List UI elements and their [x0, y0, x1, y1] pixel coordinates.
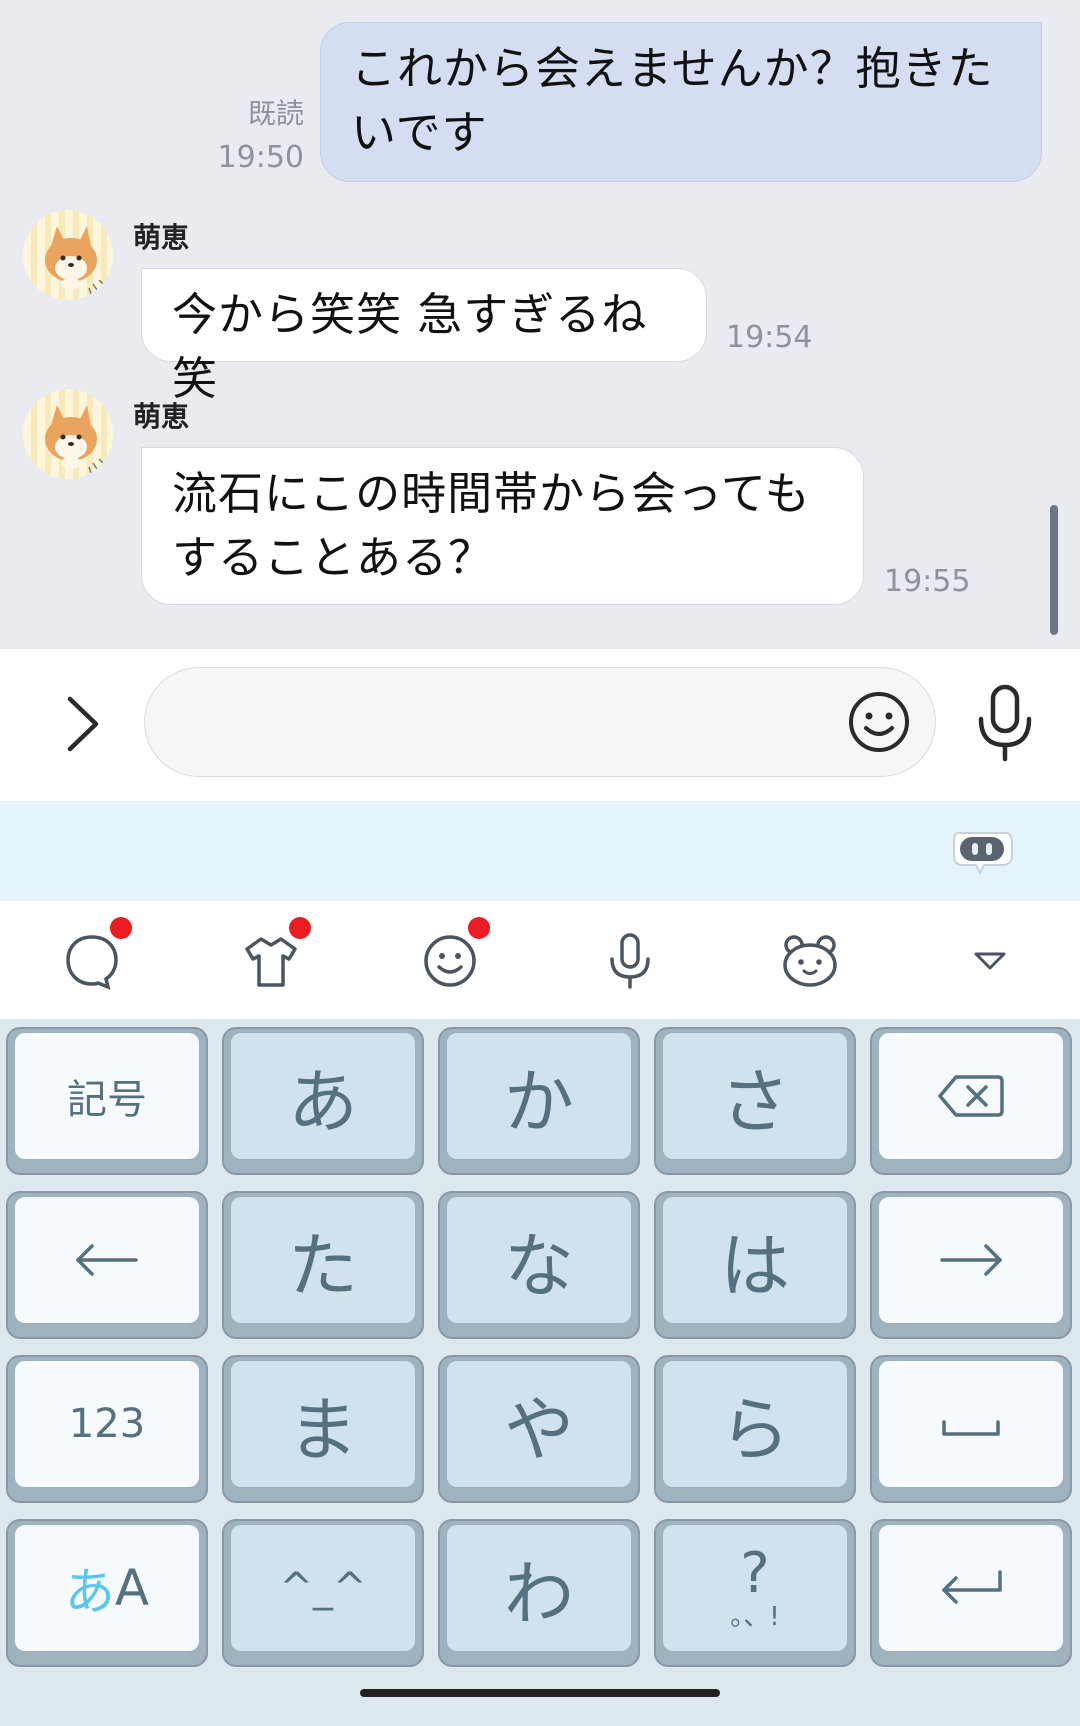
key-label: あ	[231, 1033, 415, 1159]
arrow-right-icon	[940, 1244, 1002, 1276]
flick-keyboard: 記号 あ か さ た な は 123 ま や ら あ A ^_^ わ ? 。、!	[0, 1019, 1080, 1675]
key-label: 記号	[15, 1033, 199, 1159]
message-time: 19:50	[217, 140, 304, 175]
key-label	[879, 1033, 1063, 1159]
expand-menu-button[interactable]	[50, 689, 120, 759]
key-kaomoji[interactable]: ^_^	[222, 1519, 424, 1667]
key-ya[interactable]: や	[438, 1355, 640, 1503]
backspace-icon	[938, 1075, 1004, 1117]
key-wa[interactable]: わ	[438, 1519, 640, 1667]
toolbar-voice-button[interactable]	[590, 921, 670, 1001]
shirt-icon	[245, 937, 297, 987]
key-label: は	[663, 1197, 847, 1323]
message-time: 19:54	[726, 320, 813, 355]
key-cursor-left[interactable]	[6, 1191, 208, 1339]
key-label: あA	[15, 1525, 199, 1651]
key-label: 123	[15, 1361, 199, 1487]
key-na[interactable]: な	[438, 1191, 640, 1339]
toolbar-character-button[interactable]	[770, 921, 850, 1001]
outgoing-message-bubble[interactable]: これから会えませんか？抱きた いです	[320, 22, 1042, 182]
suggestion-strip	[0, 801, 1080, 901]
chat-scrollbar[interactable]	[1050, 505, 1058, 635]
bear-face-icon	[783, 935, 837, 987]
mode-kana-label: あ	[64, 1563, 115, 1621]
shiba-dog-icon	[45, 405, 105, 474]
notification-badge	[289, 917, 311, 939]
key-ta[interactable]: た	[222, 1191, 424, 1339]
key-enter[interactable]	[870, 1519, 1072, 1667]
key-backspace[interactable]	[870, 1027, 1072, 1175]
key-ha[interactable]: は	[654, 1191, 856, 1339]
key-label: ? 。、!	[663, 1525, 847, 1651]
key-label: ら	[663, 1361, 847, 1487]
key-label	[879, 1197, 1063, 1323]
key-cursor-right[interactable]	[870, 1191, 1072, 1339]
chat-bubble-icon	[66, 935, 118, 990]
key-label: や	[447, 1361, 631, 1487]
key-input-mode[interactable]: あA	[6, 1519, 208, 1667]
microphone-icon	[978, 684, 1032, 762]
key-label: た	[231, 1197, 415, 1323]
toolbar-emoji-button[interactable]	[410, 917, 490, 1001]
sender-name: 萌恵	[133, 221, 190, 254]
key-label: な	[447, 1197, 631, 1323]
home-indicator[interactable]	[360, 1689, 720, 1697]
ai-assistant-button[interactable]	[950, 825, 1014, 877]
enter-icon	[942, 1570, 1002, 1604]
keyboard-toolbar	[0, 901, 1080, 1019]
message-time: 19:55	[884, 564, 971, 599]
mode-latin-label: A	[114, 1559, 150, 1617]
chat-area[interactable]: 既読 19:50 これから会えませんか？抱きた いです 萌恵 今から笑笑 急すぎ…	[0, 0, 1080, 649]
notification-badge	[110, 917, 132, 939]
key-sub-label: 。、!	[730, 1602, 780, 1632]
contact-avatar[interactable]	[23, 210, 113, 300]
emoji-button[interactable]	[846, 689, 912, 755]
shiba-dog-icon	[45, 226, 105, 295]
microphone-icon	[610, 933, 650, 989]
arrow-left-icon	[76, 1244, 138, 1276]
toolbar-theme-button[interactable]	[231, 917, 311, 1001]
robot-face-icon	[953, 832, 1013, 876]
smiley-icon	[849, 692, 909, 752]
incoming-message-bubble[interactable]: 今から笑笑 急すぎるね笑	[141, 268, 707, 405]
smiley-icon	[424, 935, 476, 987]
key-label	[879, 1525, 1063, 1651]
message-input-bar	[0, 649, 1080, 801]
key-a[interactable]: あ	[222, 1027, 424, 1175]
key-label: か	[447, 1033, 631, 1159]
key-punctuation[interactable]: ? 。、!	[654, 1519, 856, 1667]
key-ma[interactable]: ま	[222, 1355, 424, 1503]
chevron-right-icon	[67, 696, 99, 752]
key-ka[interactable]: か	[438, 1027, 640, 1175]
message-input[interactable]	[144, 667, 936, 777]
key-numbers[interactable]: 123	[6, 1355, 208, 1503]
voice-input-button[interactable]	[972, 683, 1038, 763]
toolbar-collapse-button[interactable]	[950, 921, 1030, 1001]
navigation-area	[0, 1675, 1080, 1726]
incoming-message-bubble[interactable]: 流石にこの時間帯から会っても することある？	[141, 447, 864, 605]
contact-avatar[interactable]	[23, 389, 113, 479]
key-sa[interactable]: さ	[654, 1027, 856, 1175]
space-icon	[942, 1420, 1000, 1436]
key-label: わ	[447, 1525, 631, 1651]
key-main-label: ?	[740, 1541, 770, 1606]
key-symbols[interactable]: 記号	[6, 1027, 208, 1175]
read-receipt: 既読	[247, 97, 304, 130]
key-label: さ	[663, 1033, 847, 1159]
triangle-down-icon	[974, 952, 1006, 970]
key-label	[879, 1361, 1063, 1487]
key-ra[interactable]: ら	[654, 1355, 856, 1503]
toolbar-chat-button[interactable]	[52, 917, 132, 1001]
notification-badge	[468, 917, 490, 939]
key-label	[15, 1197, 199, 1323]
key-space[interactable]	[870, 1355, 1072, 1503]
key-label: ^_^	[231, 1525, 415, 1651]
sender-name: 萌恵	[133, 400, 190, 433]
key-label: ま	[231, 1361, 415, 1487]
